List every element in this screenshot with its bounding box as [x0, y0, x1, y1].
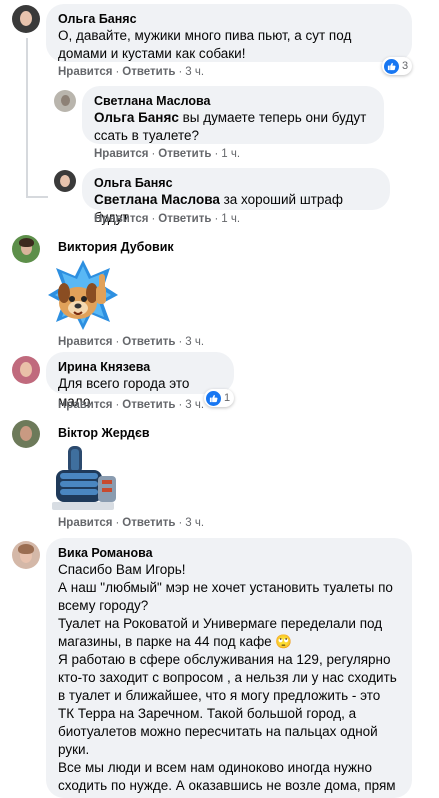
like-link[interactable]: Нравится	[58, 399, 112, 411]
reaction-count[interactable]: 3	[382, 57, 413, 75]
comment-bubble: Ирина Князева Для всего города это мало	[46, 352, 234, 409]
avatar[interactable]	[54, 170, 76, 192]
avatar[interactable]	[12, 356, 40, 384]
timestamp[interactable]: 1 ч.	[221, 213, 240, 225]
like-link[interactable]: Нравится	[58, 517, 112, 529]
reaction-number: 1	[224, 392, 231, 404]
comment-text: О, давайте, мужики много пива пьют, а су…	[58, 28, 352, 61]
reply-link[interactable]: Ответить	[158, 148, 211, 160]
author-name[interactable]: Віктор Жердєв	[58, 425, 150, 441]
comment-actions: Нравится · Ответить · 1 ч.	[94, 213, 241, 225]
author-name[interactable]: Ирина Князева	[58, 359, 222, 375]
reaction-count[interactable]: 1	[204, 389, 235, 407]
timestamp[interactable]: 3 ч.	[185, 399, 204, 411]
like-link[interactable]: Нравится	[58, 66, 112, 78]
mention-link[interactable]: Светлана Маслова	[94, 192, 220, 207]
reply-link[interactable]: Ответить	[122, 336, 175, 348]
reply-link[interactable]: Ответить	[122, 66, 175, 78]
comment-text: Ольга Баняс вы думаете теперь они будут …	[94, 109, 372, 145]
author-name[interactable]: Светлана Маслова	[94, 93, 372, 109]
author-name[interactable]: Виктория Дубовик	[58, 239, 174, 255]
comment-text: Спасибо Вам Игорь! А наш "любмый" мэр не…	[58, 561, 400, 795]
avatar[interactable]	[12, 420, 40, 448]
comment-bubble: Светлана Маслова Ольга Баняс вы думаете …	[82, 86, 384, 144]
like-link[interactable]: Нравится	[58, 336, 112, 348]
comment-line: Туалет на Роковатой и Универмаге передел…	[58, 616, 383, 649]
comment-line: Спасибо Вам Игорь!	[58, 562, 186, 577]
comment-actions: Нравится · Ответить · 3 ч.	[58, 66, 205, 78]
like-reaction-icon	[206, 390, 221, 406]
reply-link[interactable]: Ответить	[122, 517, 175, 529]
comment-actions: Нравится · Ответить · 3 ч.	[58, 517, 205, 529]
comment-actions: Нравится · Ответить · 3 ч.	[58, 336, 205, 348]
avatar[interactable]	[54, 90, 76, 112]
author-name[interactable]: Ольга Баняс	[94, 175, 378, 191]
like-link[interactable]: Нравится	[94, 213, 148, 225]
like-reaction-icon	[384, 58, 399, 74]
thread-line	[26, 38, 28, 198]
avatar[interactable]	[12, 541, 40, 569]
avatar[interactable]	[12, 235, 40, 263]
avatar[interactable]	[12, 5, 40, 33]
timestamp[interactable]: 1 ч.	[221, 148, 240, 160]
comment-line: А наш "любмый" мэр не хочет установить т…	[58, 580, 393, 613]
thread-branch	[26, 196, 48, 198]
author-name[interactable]: Ольга Баняс	[58, 11, 400, 27]
timestamp[interactable]: 3 ч.	[185, 66, 204, 78]
comment-bubble: Ольга Баняс Светлана Маслова за хороший …	[82, 168, 390, 225]
comment-actions: Нравится · Ответить · 3 ч.	[58, 399, 205, 411]
like-link[interactable]: Нравится	[94, 148, 148, 160]
reply-link[interactable]: Ответить	[122, 399, 175, 411]
timestamp[interactable]: 3 ч.	[185, 517, 204, 529]
dog-thumbs-up-sticker	[48, 260, 118, 330]
comment-actions: Нравится · Ответить · 1 ч.	[94, 148, 241, 160]
timestamp[interactable]: 3 ч.	[185, 336, 204, 348]
mention-link[interactable]: Ольга Баняс	[94, 110, 179, 125]
author-name[interactable]: Вика Романова	[58, 545, 400, 561]
comment-bubble: Ольга Баняс О, давайте, мужики много пив…	[46, 4, 412, 62]
reaction-number: 3	[402, 60, 409, 72]
comment-line: Я работаю в сфере обслуживания на 129, р…	[58, 652, 397, 757]
robot-thumbs-up-sticker	[52, 446, 116, 510]
reply-link[interactable]: Ответить	[158, 213, 211, 225]
comment-bubble: Вика Романова Спасибо Вам Игорь! А наш "…	[46, 538, 412, 798]
comment-line: Все мы люди и всем нам одиноково иногда …	[58, 760, 396, 793]
